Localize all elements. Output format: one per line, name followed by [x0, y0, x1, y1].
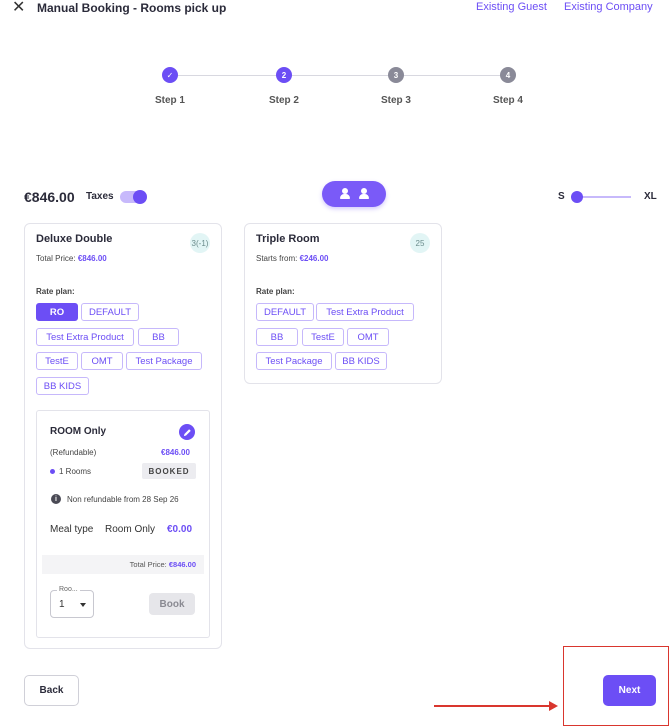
annotation-arrow-line [434, 705, 550, 707]
rate-chip-omt[interactable]: OMT [347, 328, 389, 346]
refund-text: (Refundable) [50, 448, 97, 457]
stepper-connector [178, 75, 278, 76]
rate-chip-test-package[interactable]: Test Package [126, 352, 202, 370]
rate-chip-bb-kids[interactable]: BB KIDS [335, 352, 387, 370]
booked-badge: BOOKED [142, 463, 196, 479]
person-icon [339, 188, 350, 200]
total-amount: €846.00 [24, 189, 75, 205]
room-price-line: Total Price: €846.00 [36, 254, 107, 263]
room-price-line: Starts from: €246.00 [256, 254, 329, 263]
taxes-toggle[interactable] [120, 190, 147, 204]
back-button[interactable]: Back [24, 675, 79, 706]
stepper-connector [402, 75, 502, 76]
room-price: €246.00 [299, 254, 329, 263]
availability-badge: 3(-1) [190, 233, 210, 253]
step-4-label: Step 4 [492, 95, 523, 106]
step-4-indicator[interactable]: 4 [500, 67, 516, 83]
rooms-select-legend: Roo... [57, 586, 80, 593]
step-1-check-icon[interactable]: ✓ [162, 67, 178, 83]
rate-chip-ro[interactable]: RO [36, 303, 78, 321]
rate-chip-test-extra-product[interactable]: Test Extra Product [316, 303, 414, 321]
info-icon: i [51, 494, 61, 504]
step-2-indicator[interactable]: 2 [276, 67, 292, 83]
refund-notice: Non refundable from 28 Sep 26 [67, 495, 179, 504]
total-price-label: Total Price: [129, 560, 167, 569]
rate-chip-omt[interactable]: OMT [81, 352, 123, 370]
rate-chip-bb[interactable]: BB [138, 328, 179, 346]
size-slider-handle[interactable] [571, 191, 583, 203]
price-prefix: Starts from: [256, 254, 298, 263]
annotation-highlight-box [563, 646, 669, 726]
chevron-down-icon [80, 603, 86, 607]
availability-badge: 25 [410, 233, 430, 253]
taxes-label: Taxes [86, 191, 114, 202]
rate-chip-test-extra-product[interactable]: Test Extra Product [36, 328, 134, 346]
meal-type-label: Meal type [50, 524, 94, 535]
meal-price: €0.00 [167, 524, 193, 535]
rooms-select-value: 1 [59, 599, 65, 610]
stepper-connector [290, 75, 390, 76]
rate-price: €846.00 [161, 448, 190, 457]
rate-chip-bb-kids[interactable]: BB KIDS [36, 377, 89, 395]
close-icon[interactable]: ✕ [12, 0, 25, 16]
rooms-dot-icon [50, 469, 55, 474]
room-title: Triple Room [256, 233, 320, 245]
room-title: Deluxe Double [36, 233, 113, 245]
step-3-indicator[interactable]: 3 [388, 67, 404, 83]
rate-title: ROOM Only [50, 426, 107, 437]
total-price-bar: Total Price: €846.00 [42, 555, 204, 574]
existing-company-link[interactable]: Existing Company [564, 1, 653, 13]
step-2-label: Step 2 [268, 95, 299, 106]
total-price-value: €846.00 [168, 560, 196, 569]
book-button[interactable]: Book [149, 593, 195, 615]
size-large-label: XL [644, 191, 657, 202]
page-title: Manual Booking - Rooms pick up [37, 1, 227, 15]
rate-plan-label: Rate plan: [36, 287, 75, 296]
rooms-select[interactable]: Roo... 1 [50, 586, 94, 618]
rate-chip-teste[interactable]: TestE [302, 328, 344, 346]
rate-chip-default[interactable]: DEFAULT [256, 303, 314, 321]
size-slider-track[interactable] [575, 196, 631, 198]
pencil-icon [183, 428, 191, 436]
rate-chip-teste[interactable]: TestE [36, 352, 78, 370]
rooms-count: 1 Rooms [59, 467, 92, 476]
size-small-label: S [558, 191, 565, 202]
rate-chip-test-package[interactable]: Test Package [256, 352, 332, 370]
person-icon [358, 188, 369, 200]
step-1-label: Step 1 [154, 95, 185, 106]
rate-chip-bb[interactable]: BB [256, 328, 298, 346]
room-price: €846.00 [77, 254, 107, 263]
rate-plan-label: Rate plan: [256, 287, 295, 296]
guests-button[interactable] [322, 181, 386, 207]
meal-type-value: Room Only [105, 524, 156, 535]
step-3-label: Step 3 [380, 95, 411, 106]
edit-button[interactable] [179, 424, 195, 440]
toggle-knob [133, 190, 147, 204]
annotation-arrow-icon [549, 701, 558, 711]
existing-guest-link[interactable]: Existing Guest [476, 1, 547, 13]
rate-chip-default[interactable]: DEFAULT [81, 303, 139, 321]
price-prefix: Total Price: [36, 254, 76, 263]
